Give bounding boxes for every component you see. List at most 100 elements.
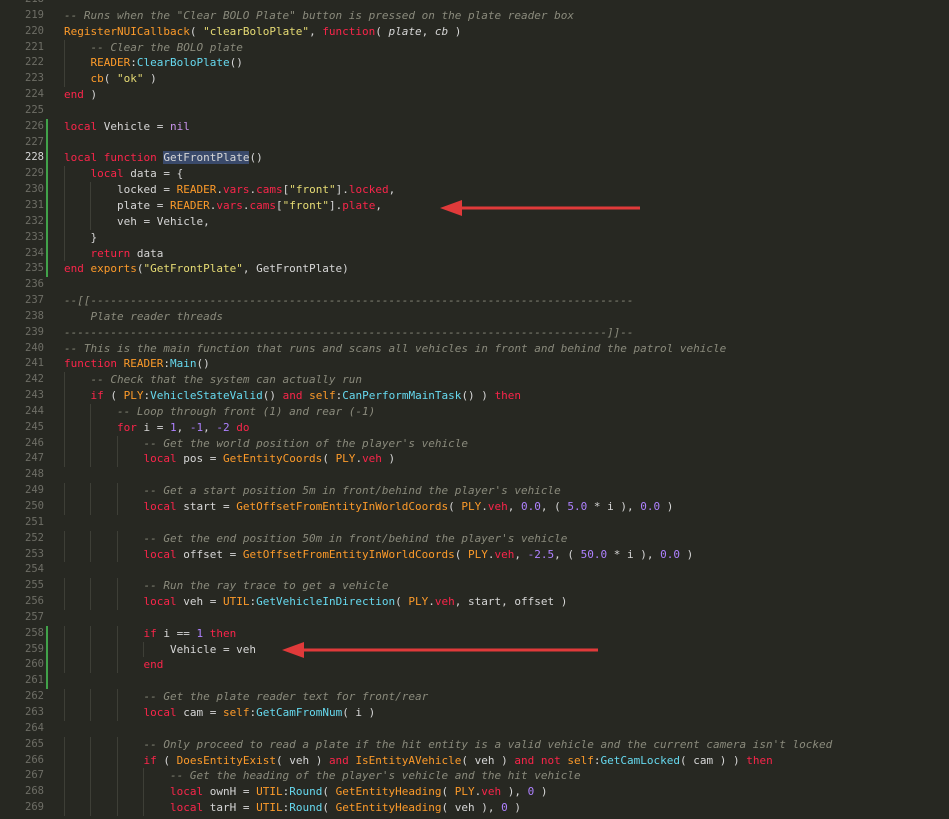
code-line[interactable]: 230 locked = READER.vars.cams["front"].l… [0,182,949,198]
code-token: -2.5 [527,547,555,561]
line-number: 245 [25,420,44,433]
line-number: 243 [25,389,44,402]
diff-marker [46,55,48,71]
line-number: 250 [25,500,44,512]
code-token: i = [136,420,170,434]
code-token: start = [176,500,237,513]
code-text: end exports("GetFrontPlate", GetFrontPla… [64,261,349,277]
code-line[interactable]: 224 end ) [0,87,949,103]
code-line[interactable]: 221 -- Clear the BOLO plate [0,39,949,56]
code-token: function [322,24,376,38]
code-token: 0 [501,801,508,815]
line-number: 230 [25,183,44,196]
code-token: "front" [282,198,329,212]
code-line[interactable]: 245 for i = 1, -1, -2 do [0,419,949,436]
code-line[interactable]: 254 [0,562,949,578]
code-line[interactable]: 256 local veh = UTIL:GetVehicleInDirecti… [0,594,949,610]
code-line[interactable]: 241 function READER:Main() [0,356,949,372]
line-number: 228 [25,151,44,164]
code-text: local veh = UTIL:GetVehicleInDirection( … [64,594,567,610]
code-line[interactable]: 244 -- Loop through front (1) and rear (… [0,403,949,420]
code-line[interactable]: 267 -- Get the heading of the player's v… [0,768,949,785]
diff-marker [46,499,48,515]
code-line[interactable]: 228 local function GetFrontPlate() [0,150,949,167]
code-line[interactable]: 255 -- Run the ray trace to get a vehicl… [0,578,949,595]
code-line[interactable]: 253 local offset = GetOffsetFromEntityIn… [0,546,949,563]
code-line[interactable]: 227 [0,134,949,151]
code-text: end ) [64,87,97,103]
code-text: ----------------------------------------… [64,325,634,341]
code-line[interactable]: 263 local cam = self:GetCamFromNum( i ) [0,704,949,721]
code-token: -2 [216,420,230,434]
code-token: ( [189,24,204,38]
code-line[interactable]: 261 [0,673,949,690]
code-token: do [236,420,250,434]
code-line[interactable]: 269 local tarH = UTIL:Round( GetEntityHe… [0,800,949,816]
code-token: UTIL [222,595,250,609]
line-number: 229 [25,167,44,180]
code-line[interactable]: 226 local Vehicle = nil [0,118,949,135]
code-line[interactable]: 248 [0,467,949,483]
code-line[interactable]: 247 local pos = GetEntityCoords( PLY.veh… [0,451,949,468]
code-line[interactable]: 218 [0,0,949,8]
code-token: local [143,500,177,513]
code-token: PLY [408,595,429,609]
code-line[interactable]: 238 Plate reader threads [0,309,949,325]
code-line[interactable]: 225 [0,103,949,119]
code-line[interactable]: 257 [0,610,949,626]
code-token: cam = [176,705,223,719]
code-line[interactable]: 239 -------------------------------------… [0,325,949,341]
code-token: READER [90,56,131,70]
code-line[interactable]: 237 --[[---------------------------------… [0,293,949,309]
diff-marker [46,213,48,230]
code-line[interactable]: 234 return data [0,245,949,262]
code-line[interactable]: 222 READER:ClearBoloPlate() [0,55,949,72]
code-token: . [428,595,435,609]
diff-marker [46,71,48,87]
code-line[interactable]: 243 if ( PLY:VehicleStateValid() and sel… [0,388,949,404]
line-number: 235 [25,262,44,275]
code-line[interactable]: 240 -- This is the main function that run… [0,341,949,357]
code-line[interactable]: 246 -- Get the world position of the pla… [0,435,949,452]
code-line[interactable]: 262 -- Get the plate reader text for fro… [0,689,949,705]
code-text: locked = READER.vars.cams["front"].locke… [64,182,395,198]
code-line[interactable]: 265 -- Only proceed to read a plate if t… [0,736,949,753]
code-token: ]. [335,183,349,197]
code-line[interactable]: 219 -- Runs when the "Clear BOLO Plate" b… [0,8,949,24]
code-line[interactable]: 249 -- Get a start position 5m in front/… [0,483,949,499]
code-line[interactable]: 236 [0,277,949,293]
code-token: ( i ) [342,705,376,719]
code-line[interactable]: 268 local ownH = UTIL:Round( GetEntityHe… [0,784,949,801]
code-token: , [421,24,435,38]
code-editor[interactable]: 218219 -- Runs when the "Clear BOLO Plate… [0,0,949,816]
diff-marker [46,103,48,119]
code-text: Vehicle = veh [64,642,256,658]
code-line[interactable]: 229 local data = { [0,166,949,183]
code-token: -- Runs when the "Clear BOLO Plate" butt… [64,8,574,22]
code-line[interactable]: 235 end exports("GetFrontPlate", GetFront… [0,261,949,278]
line-number: 237 [25,294,44,307]
code-line[interactable]: 264 [0,721,949,737]
code-line[interactable]: 223 cb( "ok" ) [0,71,949,88]
code-token: ) [83,88,98,102]
code-token: , [507,500,522,513]
code-token: PLY [454,785,475,799]
code-line[interactable]: 252 -- Get the end position 50m in front… [0,530,949,547]
code-token: ( [103,389,124,403]
code-line[interactable]: 242 -- Check that the system can actuall… [0,372,949,389]
code-line[interactable]: 250 local start = GetOffsetFromEntityInW… [0,499,949,515]
code-line[interactable]: 251 [0,515,949,531]
diff-marker [46,594,48,610]
code-text: if i == 1 then [64,626,236,642]
code-text: veh = Vehicle, [64,214,210,230]
code-line[interactable]: 233 } [0,229,949,246]
code-line[interactable]: 266 if ( DoesEntityExist( veh ) and IsEn… [0,752,949,769]
code-token: () ) [461,389,495,403]
line-number: 242 [25,373,44,386]
code-line[interactable]: 220 RegisterNUICallback( "clearBoloPlate"… [0,24,949,40]
